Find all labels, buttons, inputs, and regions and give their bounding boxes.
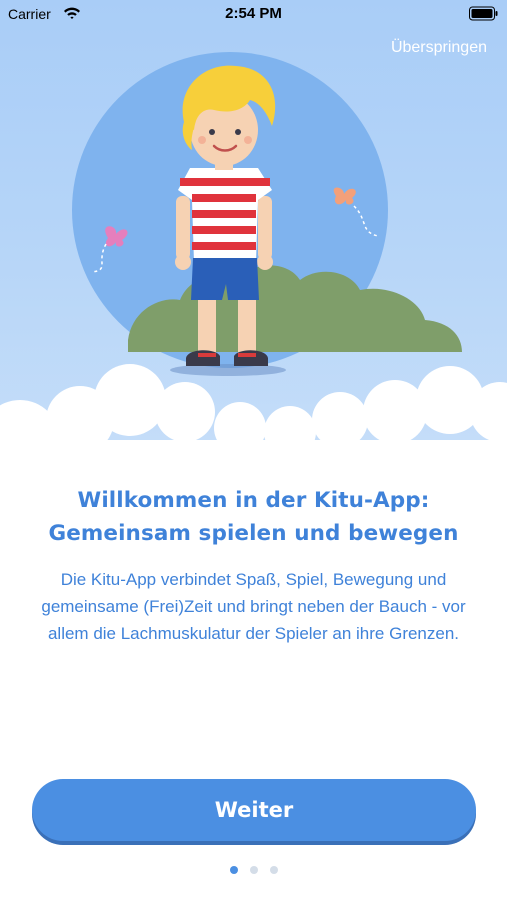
page-dot-2[interactable] [249, 866, 258, 874]
next-button[interactable]: Weiter [32, 779, 476, 841]
clock-label: 2:54 PM [225, 5, 282, 22]
welcome-title: Willkommen in der Kitu-App: Gemeinsam sp… [48, 488, 459, 546]
battery-icon [469, 6, 498, 21]
status-bar: Carrier 2:54 PM [0, 0, 507, 28]
welcome-description: Die Kitu-App verbindet Spaß, Spiel, Bewe… [41, 570, 466, 643]
page-dot-3[interactable] [269, 866, 278, 874]
cloud-layer [0, 364, 507, 470]
page-indicator [0, 866, 507, 874]
page-dot-1[interactable] [229, 866, 238, 874]
welcome-illustration [0, 52, 507, 470]
skip-button[interactable]: Überspringen [391, 39, 487, 57]
